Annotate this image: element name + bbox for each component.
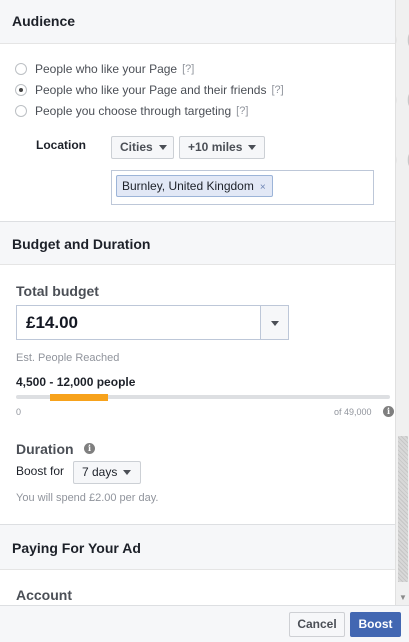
close-icon[interactable]: × — [260, 182, 266, 193]
help-link[interactable]: [?] — [236, 105, 248, 117]
reach-range-fill — [50, 394, 108, 401]
audience-option-likers-and-friends[interactable]: People who like your Page and their frie… — [15, 81, 284, 99]
duration-value: 7 days — [82, 465, 118, 479]
location-token-label: Burnley, United Kingdom — [122, 179, 254, 193]
radius-dropdown[interactable]: +10 miles — [179, 136, 265, 159]
audience-option-targeting[interactable]: People you choose through targeting [?] — [15, 102, 248, 120]
est-people-reached-value: 4,500 - 12,000 people — [16, 375, 136, 389]
reach-bar — [16, 394, 390, 401]
info-icon[interactable]: i — [383, 406, 394, 417]
boost-button[interactable]: Boost — [350, 612, 401, 637]
total-budget-dropdown-button[interactable] — [260, 305, 289, 340]
scroll-down-icon[interactable]: ▼ — [396, 591, 409, 605]
cancel-button[interactable]: Cancel — [289, 612, 345, 637]
total-budget-input[interactable]: £14.00 — [16, 305, 261, 340]
audience-title: Audience — [12, 13, 76, 29]
location-type-dropdown[interactable]: Cities — [111, 136, 174, 159]
reach-min-label: 0 — [16, 407, 22, 417]
reach-max-label: of 49,000 — [334, 407, 372, 417]
radio-page-likers[interactable] — [15, 63, 27, 75]
paying-header: Paying For Your Ad — [0, 524, 395, 570]
boost-for-label: Boost for — [16, 464, 65, 478]
budget-title: Budget and Duration — [12, 236, 151, 252]
audience-option-label: People who like your Page and their frie… — [35, 83, 267, 97]
scroll-track-pattern — [396, 0, 409, 200]
audience-option-label: People who like your Page — [35, 62, 178, 76]
scroll-thumb[interactable] — [398, 436, 408, 582]
audience-option-label: People you choose through targeting — [35, 104, 232, 118]
chevron-down-icon — [248, 145, 257, 151]
account-label: Account — [16, 587, 72, 603]
total-budget-label: Total budget — [16, 283, 99, 299]
location-label: Location — [36, 138, 86, 152]
audience-header: Audience — [0, 0, 395, 44]
help-link[interactable]: [?] — [182, 63, 194, 75]
radius-value: +10 miles — [188, 140, 243, 154]
location-type-value: Cities — [120, 140, 153, 154]
duration-dropdown[interactable]: 7 days — [73, 461, 141, 484]
spend-note: You will spend £2.00 per day. — [16, 492, 159, 504]
scrollbar[interactable]: ▼ — [395, 0, 409, 605]
radio-targeting[interactable] — [15, 105, 27, 117]
chevron-down-icon — [271, 321, 279, 326]
paying-title: Paying For Your Ad — [12, 540, 141, 556]
chevron-down-icon — [158, 145, 167, 151]
dialog-footer: Cancel Boost — [0, 605, 409, 642]
audience-option-page-likers[interactable]: People who like your Page [?] — [15, 60, 194, 78]
boost-post-panel: Audience People who like your Page [?] P… — [0, 0, 395, 605]
budget-header: Budget and Duration — [0, 221, 395, 265]
location-input[interactable]: Burnley, United Kingdom × — [111, 170, 374, 205]
info-icon[interactable]: i — [84, 443, 95, 454]
est-people-reached-label: Est. People Reached — [16, 352, 120, 364]
duration-label: Duration — [16, 441, 74, 457]
help-link[interactable]: [?] — [271, 84, 283, 96]
chevron-down-icon — [123, 470, 132, 476]
location-token: Burnley, United Kingdom × — [116, 175, 273, 197]
radio-likers-and-friends[interactable] — [15, 84, 27, 96]
